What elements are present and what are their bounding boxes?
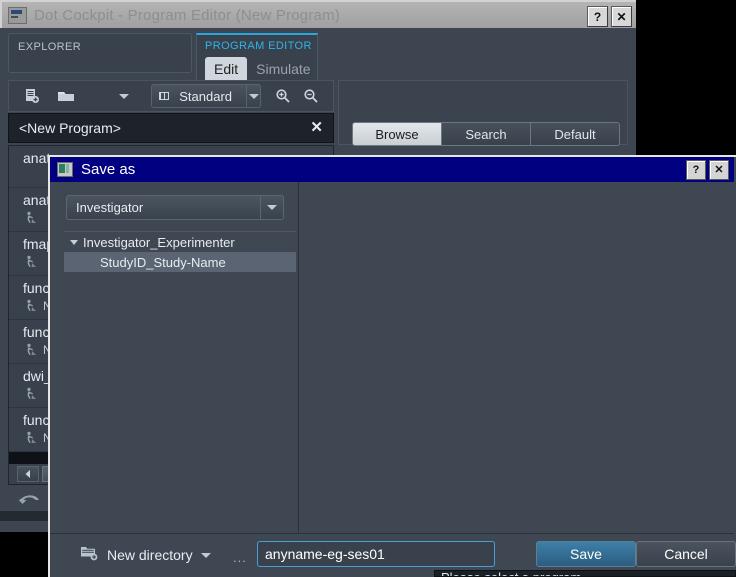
screen-root: Dot Cockpit - Program Editor (New Progra… [0, 0, 736, 577]
save-dialog-help-button[interactable]: ? [686, 160, 706, 180]
runner-icon [23, 211, 37, 225]
filename-input[interactable]: anyname-eg-ses01 [257, 541, 495, 567]
open-folder-icon[interactable] [53, 83, 79, 109]
open-program-tab-close-icon[interactable]: ✕ [310, 120, 323, 136]
save-dialog-titlebar-buttons: ? ✕ [686, 160, 729, 180]
protocol-chevron-down-icon[interactable] [246, 85, 260, 107]
scope-select-value: Investigator [76, 200, 144, 215]
program-editor-tabs: Edit Simulate [205, 57, 320, 82]
zoom-in-icon[interactable] [271, 84, 295, 108]
new-document-icon[interactable] [19, 83, 45, 109]
tree-item-study[interactable]: StudyID_Study-Name [64, 252, 296, 272]
tooltip-content: Please select a program [434, 570, 736, 577]
titlebar-buttons: ? ✕ [587, 6, 632, 27]
search-button[interactable]: Search [442, 123, 531, 145]
runner-icon [23, 431, 37, 445]
explorer-toolbar: Standard [8, 80, 334, 112]
close-button[interactable]: ✕ [611, 6, 632, 27]
ruler-icon [159, 92, 170, 100]
save-dialog-icon [57, 162, 73, 177]
directory-tree[interactable]: Investigator_Experimenter StudyID_Study-… [64, 231, 296, 531]
new-folder-icon [80, 544, 99, 566]
tree-item-investigator[interactable]: Investigator_Experimenter [64, 232, 296, 252]
undo-arrow-icon[interactable] [18, 493, 42, 511]
browse-button[interactable]: Browse [353, 123, 442, 145]
open-program-tab-label: <New Program> [19, 120, 121, 136]
save-dialog-detail-panel [299, 182, 734, 533]
scroll-left-arrow-icon[interactable] [17, 466, 39, 482]
protocol-select[interactable]: Standard [151, 84, 261, 108]
tab-simulate[interactable]: Simulate [247, 57, 319, 82]
program-editor-panel-title: PROGRAM EDITOR [205, 40, 312, 52]
runner-icon [23, 299, 37, 313]
scope-select[interactable]: Investigator [66, 195, 284, 220]
tree-item-label: StudyID_Study-Name [100, 254, 226, 270]
application-titlebar: Dot Cockpit - Program Editor (New Progra… [0, 0, 636, 28]
runner-icon [23, 343, 37, 357]
app-window-icon [8, 6, 27, 24]
triangle-down-icon[interactable] [70, 239, 78, 245]
open-program-tab[interactable]: <New Program> ✕ [8, 113, 334, 143]
save-dialog-close-button[interactable]: ✕ [709, 160, 729, 180]
scope-select-chevron-down-icon[interactable] [260, 196, 283, 219]
page-title: Dot Cockpit - Program Editor (New Progra… [34, 6, 340, 24]
default-button[interactable]: Default [531, 123, 619, 145]
toolbar-more-chevron-down-icon[interactable] [111, 83, 137, 109]
help-button[interactable]: ? [587, 6, 608, 27]
filename-input-value: anyname-eg-ses01 [265, 546, 385, 562]
save-dialog-browser-column: Investigator Investigator_Experimenter S… [56, 186, 296, 531]
save-dialog-column-divider [298, 182, 299, 533]
zoom-out-icon[interactable] [299, 84, 323, 108]
runner-icon [23, 387, 37, 401]
explorer-panel-title: EXPLORER [18, 41, 82, 53]
new-directory-chevron-down-icon[interactable] [200, 552, 211, 558]
tab-edit[interactable]: Edit [205, 57, 248, 82]
cancel-button[interactable]: Cancel [636, 541, 736, 567]
save-as-dialog: Save as ? ✕ Investigator Investigator_Ex… [48, 155, 736, 577]
save-dialog-title: Save as [81, 161, 136, 178]
path-ellipsis[interactable]: ... [233, 550, 247, 565]
explorer-panel-header: EXPLORER [8, 33, 192, 73]
save-dialog-titlebar: Save as ? ✕ [50, 157, 734, 182]
new-directory-button[interactable]: New directory [80, 544, 211, 566]
runner-icon [23, 255, 37, 269]
protocol-select-value: Standard [179, 88, 233, 104]
new-directory-label: New directory [107, 547, 193, 563]
program-editor-panel-header: PROGRAM EDITOR Edit Simulate [196, 33, 320, 82]
save-button[interactable]: Save [536, 541, 636, 567]
program-editor-mode-buttons: Browse Search Default [352, 122, 620, 146]
save-dialog-body: Investigator Investigator_Experimenter S… [50, 182, 736, 577]
tree-item-label: Investigator_Experimenter [83, 234, 235, 250]
